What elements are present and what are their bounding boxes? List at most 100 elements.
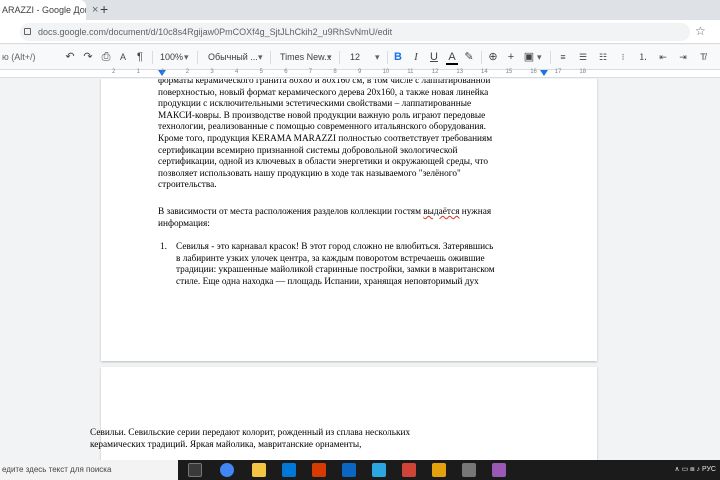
numbered-list-icon[interactable]: ⒈ — [636, 50, 650, 65]
ruler-number: 12 — [431, 69, 439, 75]
font-size-chevron-icon[interactable]: ▾ — [375, 50, 380, 65]
yandex-icon[interactable] — [402, 463, 416, 477]
decrease-indent-icon[interactable]: ⇤ — [656, 50, 670, 65]
ruler-number: 2 — [185, 69, 190, 75]
ruler-number: 17 — [554, 69, 562, 75]
insert-image-icon[interactable]: ▣ — [523, 50, 535, 65]
paint-format-icon[interactable]: ¶ — [134, 50, 146, 65]
style-chevron-icon[interactable]: ▾ — [258, 50, 263, 65]
browser-tab-strip: ARAZZI - Google Док × + — [0, 0, 720, 20]
numbered-list: 1. Севилья - это карнавал красок! В этот… — [160, 242, 546, 288]
image-chevron-icon[interactable]: ▾ — [537, 50, 542, 65]
ruler-number: 18 — [579, 69, 587, 75]
print-icon[interactable]: ⎙ — [100, 50, 112, 65]
text-line: Кроме того, продукция KERAMA MARAZZI пол… — [158, 133, 493, 144]
text-line: МАКСИ-ковры. В производстве новой продук… — [158, 110, 486, 121]
ruler-number: 16 — [530, 69, 537, 75]
ruler-number: 4 — [235, 69, 239, 75]
list-number: 1. — [160, 242, 167, 252]
store-icon[interactable] — [282, 463, 296, 477]
new-tab-icon[interactable]: + — [100, 2, 108, 16]
bold-button[interactable]: B — [392, 50, 404, 65]
ruler: 2 1 1 2 3 4 5 6 7 8 9 10 11 12 13 14 15 16 17 18 — [0, 69, 720, 78]
text-line: традиции: украшенные майоликой старинные… — [176, 265, 495, 276]
text-line: сертификации, одной из ключевых в област… — [158, 157, 488, 168]
text-line: строительства. — [158, 180, 217, 191]
text-line: сертификации всемирно признанной системы… — [158, 145, 458, 156]
office-icon[interactable] — [312, 463, 326, 477]
chrome-icon[interactable] — [220, 463, 234, 477]
ruler-number: 9 — [358, 69, 362, 75]
document-page[interactable]: форматы керамического гранита 80х80 и 80… — [101, 79, 597, 361]
ruler-number: 14 — [481, 69, 488, 75]
text-line: в лабиринте узких улочек центра, за кажд… — [176, 253, 485, 264]
l-app-icon[interactable] — [372, 463, 386, 477]
taskbar-search-input[interactable]: едите здесь текст для поиска — [0, 460, 178, 480]
menu-search-input[interactable]: ю (Alt+/) — [2, 49, 52, 66]
clear-formatting-icon[interactable]: T̸ — [696, 50, 710, 65]
ruler-number: 8 — [333, 69, 337, 75]
mail-icon[interactable] — [342, 463, 356, 477]
font-chevron-icon[interactable]: ▾ — [327, 50, 332, 65]
text-line: форматы керамического гранита 80х80 и 80… — [158, 79, 491, 86]
text-line: стиле. Еще одна находка — площадь Испани… — [176, 276, 479, 287]
document-canvas: форматы керамического гранита 80х80 и 80… — [0, 79, 720, 460]
line-spacing-icon[interactable]: ☰ — [576, 50, 590, 65]
ruler-number: 1 — [161, 69, 165, 75]
paragraph-info: В зависимости от места расположения разд… — [158, 207, 543, 230]
increase-indent-icon[interactable]: ⇥ — [676, 50, 690, 65]
app-icon[interactable] — [492, 463, 506, 477]
text-line: Севилья - это карнавал красок! В этот го… — [176, 242, 494, 252]
text-color-button[interactable]: A — [446, 50, 458, 65]
ruler-number: 2 — [112, 69, 116, 75]
ruler-number: 13 — [456, 69, 464, 75]
image-app-icon[interactable] — [432, 463, 446, 477]
undo-icon[interactable]: ↶ — [64, 50, 76, 65]
ruler-number: 5 — [259, 69, 263, 75]
italic-button[interactable]: I — [410, 50, 422, 65]
system-tray[interactable]: ∧ ▭ ⧈ ♪ РУС — [675, 460, 717, 480]
align-left-icon[interactable]: ≡ — [556, 50, 570, 65]
docs-toolbar: ю (Alt+/) ↶ ↷ ⎙ A ¶ 100% ▾ Обычный ... ▾… — [0, 45, 720, 70]
lock-icon — [24, 28, 31, 35]
underline-button[interactable]: U — [428, 50, 440, 65]
paragraph-info-end: нужная — [459, 207, 492, 217]
add-comment-icon[interactable]: + — [505, 50, 517, 65]
highlight-icon[interactable]: ✎ — [463, 50, 475, 65]
link-icon[interactable]: ⊕ — [487, 50, 499, 65]
text-line: технологии, реализованные с помощью совр… — [158, 122, 486, 133]
ruler-number: 1 — [136, 69, 140, 75]
ruler-number: 7 — [308, 69, 313, 75]
spellcheck-icon[interactable]: A — [117, 50, 129, 65]
settings-icon[interactable] — [462, 463, 476, 477]
task-view-icon[interactable] — [188, 463, 202, 477]
browser-tab[interactable]: ARAZZI - Google Док — [0, 0, 86, 20]
text-line: Севильи. Севильские серии передают колор… — [90, 428, 411, 438]
checklist-icon[interactable]: ☷ — [596, 50, 610, 65]
paragraph-sevilla: Севильи. Севильские серии передают колор… — [90, 428, 445, 451]
text-line: позволяет использовать нашу продукцию в … — [158, 168, 461, 179]
right-margin-marker[interactable] — [540, 70, 548, 76]
zoom-chevron-icon[interactable]: ▾ — [184, 50, 189, 65]
ruler-number: 10 — [382, 69, 390, 75]
paragraph-info-line2: информация: — [158, 218, 210, 229]
redo-icon[interactable]: ↷ — [82, 50, 94, 65]
ruler-number: 6 — [284, 69, 288, 75]
windows-taskbar: едите здесь текст для поиска ∧ ▭ ⧈ ♪ РУС — [0, 460, 720, 480]
text-line: керамических традиций. Яркая майолика, м… — [90, 439, 362, 450]
text-line: продукции с исключительными эстетическим… — [158, 99, 472, 110]
style-select[interactable]: Обычный ... — [208, 50, 258, 65]
spelling-error-word[interactable]: выдаётся — [423, 207, 459, 217]
bookmark-star-icon[interactable]: ☆ — [695, 24, 706, 38]
file-explorer-icon[interactable] — [252, 463, 266, 477]
font-size-select[interactable]: 12 — [350, 50, 360, 65]
url-field[interactable]: docs.google.com/document/d/10c8s4Rgijaw0… — [20, 23, 690, 41]
address-bar-row: docs.google.com/document/d/10c8s4Rgijaw0… — [0, 20, 720, 44]
zoom-select[interactable]: 100% — [160, 50, 183, 65]
paragraph-info-start: В зависимости от места расположения разд… — [158, 207, 424, 217]
ruler-number: 11 — [407, 69, 414, 75]
ruler-number: 15 — [505, 69, 513, 75]
bulleted-list-icon[interactable]: ⁝ — [616, 50, 630, 65]
font-select[interactable]: Times New... — [280, 50, 332, 65]
tab-close-icon[interactable]: × — [92, 3, 98, 17]
